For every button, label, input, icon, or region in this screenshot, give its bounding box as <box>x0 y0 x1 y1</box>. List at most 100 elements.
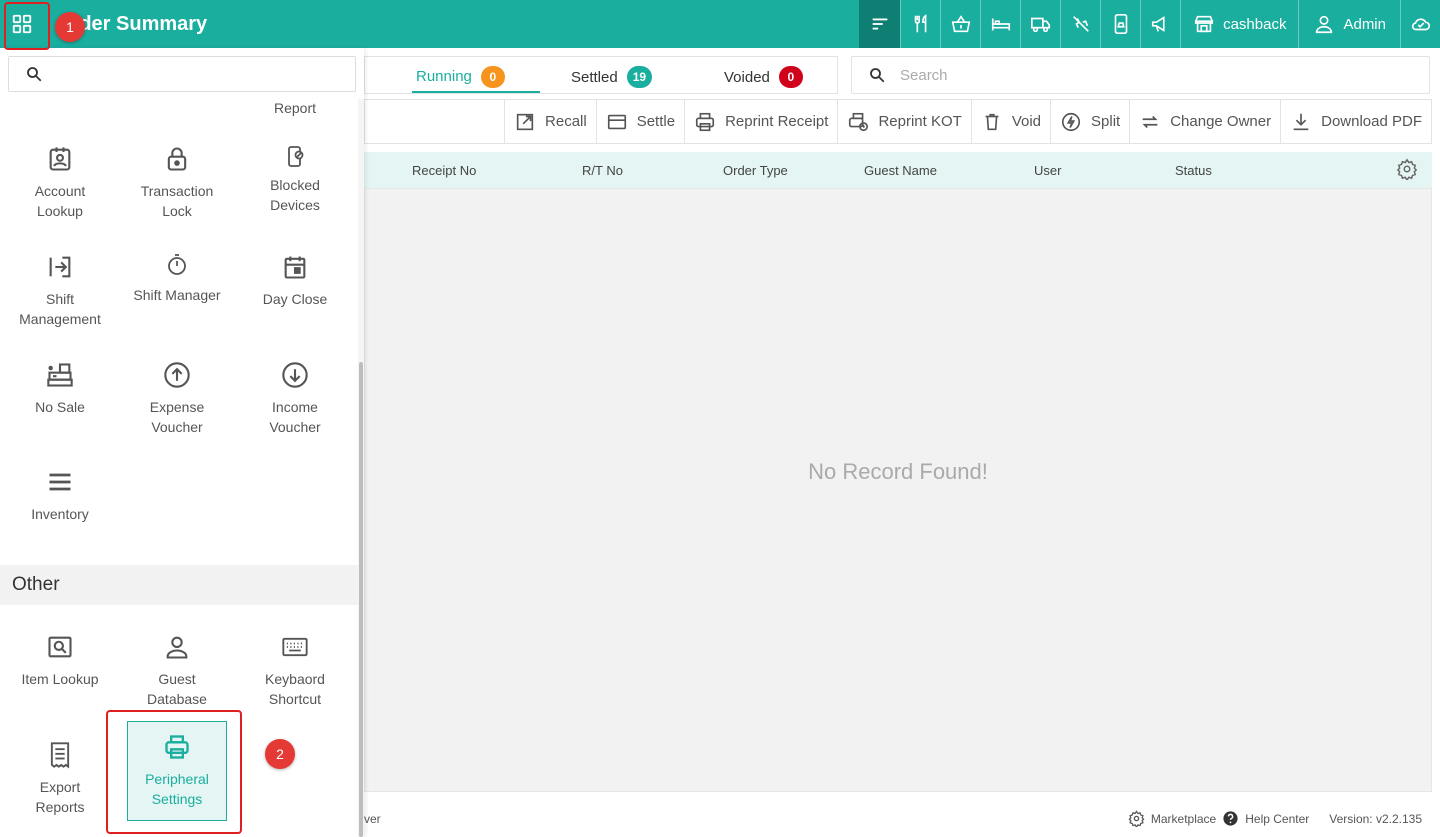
menu-item-item-lookup[interactable]: Item Lookup <box>1 633 119 689</box>
recall-button[interactable]: Recall <box>504 100 596 143</box>
void-button[interactable]: Void <box>970 100 1050 143</box>
column-header[interactable]: User <box>1034 163 1061 178</box>
menu-item-no-sale[interactable]: No Sale <box>1 361 119 417</box>
cash-register-icon <box>47 363 73 387</box>
cashback-button[interactable]: cashback <box>1180 0 1298 48</box>
calendar-icon <box>284 256 306 279</box>
scrollbar-thumb[interactable] <box>359 362 363 837</box>
column-header[interactable]: Order Type <box>723 163 788 178</box>
section-header-other: Other <box>0 565 358 605</box>
split-label: Split <box>1091 113 1121 130</box>
gear-icon <box>1128 810 1145 827</box>
menu-item-guest-database[interactable]: Guest Database <box>118 633 236 709</box>
table-body: No Record Found! <box>364 188 1432 792</box>
column-settings-icon[interactable] <box>1396 158 1418 180</box>
no-delivery-button[interactable] <box>1060 0 1100 48</box>
settle-label: Settle <box>636 113 676 130</box>
search-input[interactable] <box>900 66 1400 84</box>
menu-item-label: No Sale <box>35 399 85 415</box>
menu-item-shift-management[interactable]: Shift Management <box>1 253 119 329</box>
help-icon <box>1223 811 1238 826</box>
footer-fragment: ver <box>364 811 381 826</box>
menu-item-income-voucher[interactable]: Income Voucher <box>236 361 354 437</box>
menu-item-label: Shift Management <box>19 291 101 327</box>
menu-item-label: Guest Database <box>147 671 207 707</box>
reprint-kot-label: Reprint KOT <box>878 113 962 130</box>
column-header[interactable]: Receipt No <box>412 163 476 178</box>
top-bar: Order Summary cashback Admin <box>0 0 1440 48</box>
user-icon <box>1316 15 1333 34</box>
change-owner-label: Change Owner <box>1170 113 1272 130</box>
menu-item-label: Account Lookup <box>34 183 86 219</box>
menu-item-keyboard-shortcut[interactable]: Keybaord Shortcut <box>236 633 354 709</box>
room-button[interactable] <box>980 0 1020 48</box>
menu-item-export-reports[interactable]: Export Reports <box>1 741 119 817</box>
reprint-receipt-button[interactable]: Reprint Receipt <box>684 100 837 143</box>
user-menu-button[interactable]: Admin <box>1298 0 1400 48</box>
menu-item-label: Item Lookup <box>21 671 99 687</box>
cashback-label: cashback <box>1223 15 1287 33</box>
footer: ver Marketplace Help Center Version: v2.… <box>364 800 1440 837</box>
menu-search-input[interactable] <box>53 66 343 82</box>
swap-arrows-icon <box>1142 115 1158 128</box>
search-icon <box>870 68 885 83</box>
delivery-button[interactable] <box>1020 0 1060 48</box>
tab-voided[interactable]: Voided 0 <box>724 63 803 91</box>
drawer-scrollbar[interactable] <box>358 99 364 837</box>
store-icon <box>1195 15 1214 33</box>
tab-running[interactable]: Running 0 <box>412 62 540 93</box>
count-badge: 0 <box>480 65 505 88</box>
count-badge: 0 <box>778 66 803 88</box>
menu-item-day-close[interactable]: Day Close <box>236 253 354 309</box>
marketplace-link[interactable]: Marketplace <box>1151 812 1216 826</box>
account-lookup-icon <box>49 147 71 171</box>
mobile-order-icon <box>1114 14 1127 34</box>
arrow-up-circle-icon <box>164 362 190 388</box>
no-delivery-icon <box>1072 16 1089 32</box>
search-icon <box>27 67 42 82</box>
column-header[interactable]: R/T No <box>582 163 623 178</box>
trash-icon <box>985 113 999 130</box>
tab-settled[interactable]: Settled 19 <box>571 63 653 91</box>
column-header[interactable]: Guest Name <box>864 163 937 178</box>
menu-item-transaction-lock[interactable]: Transaction Lock <box>118 145 236 221</box>
menu-item-label: Transaction Lock <box>140 183 214 219</box>
download-pdf-button[interactable]: Download PDF <box>1280 100 1431 143</box>
menu-item-label: Blocked Devices <box>270 177 320 213</box>
receipt-icon <box>50 742 70 769</box>
menu-item-shift-manager[interactable]: Shift Manager <box>118 253 236 305</box>
dine-in-button[interactable] <box>900 0 940 48</box>
lock-icon <box>167 147 187 171</box>
table-header: Receipt No R/T No Order Type Guest Name … <box>364 152 1432 188</box>
cloud-sync-button[interactable] <box>1400 0 1440 48</box>
split-button[interactable]: Split <box>1050 100 1129 143</box>
menu-item-expense-voucher[interactable]: Expense Voucher <box>118 361 236 437</box>
menu-item-label: Expense Voucher <box>149 399 205 435</box>
order-action-toolbar: Recall Settle Reprint Receipt Reprint KO… <box>364 99 1432 144</box>
fork-knife-icon <box>914 14 927 33</box>
takeaway-button[interactable] <box>940 0 980 48</box>
annotation-marker: 2 <box>265 739 295 769</box>
announcements-button[interactable] <box>1140 0 1180 48</box>
mobile-order-button[interactable] <box>1100 0 1140 48</box>
settle-button[interactable]: Settle <box>595 100 684 143</box>
menu-item-label: Income Voucher <box>269 399 321 435</box>
help-center-link[interactable]: Help Center <box>1245 812 1309 826</box>
column-header[interactable]: Status <box>1175 163 1212 178</box>
shift-login-icon <box>49 256 71 278</box>
download-pdf-label: Download PDF <box>1321 113 1422 130</box>
menu-item-report-label[interactable]: Report <box>236 100 354 116</box>
tab-label: Settled <box>571 68 618 86</box>
menu-item-inventory[interactable]: Inventory <box>1 468 119 524</box>
person-icon <box>166 636 188 659</box>
count-badge: 19 <box>626 66 653 88</box>
footer-links: Marketplace Help Center Version: v2.2.13… <box>1128 810 1422 827</box>
recall-label: Recall <box>545 113 587 130</box>
reprint-receipt-label: Reprint Receipt <box>725 113 829 130</box>
reprint-kot-button[interactable]: Reprint KOT <box>837 100 970 143</box>
basket-icon <box>951 15 970 33</box>
menu-item-account-lookup[interactable]: Account Lookup <box>1 145 119 221</box>
menu-item-blocked-devices[interactable]: Blocked Devices <box>236 145 354 215</box>
change-owner-button[interactable]: Change Owner <box>1129 100 1280 143</box>
sort-button[interactable] <box>859 0 901 48</box>
